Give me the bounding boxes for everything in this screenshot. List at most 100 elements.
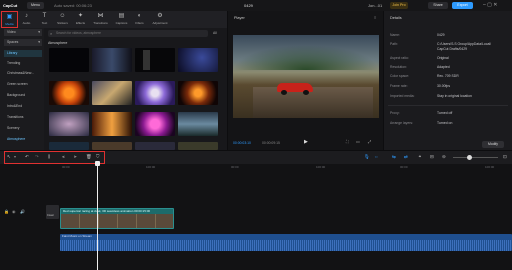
play-icon[interactable]: ▶ <box>304 139 308 145</box>
split-right-icon[interactable]: ⫸ <box>74 154 77 159</box>
detail-key: Path: <box>390 42 398 46</box>
time-tick: 100:00 <box>485 165 495 169</box>
category-sidebar: Video ▾ Spaces ▾ Library Trending Christma… <box>0 28 44 150</box>
preview-axis-icon[interactable]: ⇄ <box>404 154 408 160</box>
asset-thumbnail[interactable] <box>178 48 218 72</box>
time-tick: 00:00 <box>400 165 408 169</box>
asset-thumbnail[interactable] <box>49 81 89 105</box>
category-christmas[interactable]: Christmas&New... <box>4 70 42 77</box>
chevron-down-icon[interactable]: ▾ <box>14 154 16 159</box>
eye-icon[interactable]: ◉ <box>12 209 16 214</box>
tool-filters[interactable]: ◐ Filters <box>131 11 148 28</box>
microphone-icon[interactable]: 🎙 <box>364 154 370 160</box>
zoom-out-icon[interactable]: ⊖ <box>442 154 446 160</box>
playhead-handle[interactable] <box>95 161 100 166</box>
share-button[interactable]: Share <box>428 2 448 9</box>
tool-media[interactable]: ▣ Media <box>1 11 18 28</box>
shield-icon[interactable]: ⛉ <box>96 154 99 159</box>
export-button[interactable]: Export <box>452 2 473 9</box>
category-library[interactable]: Library <box>4 50 42 57</box>
asset-thumbnail[interactable] <box>92 112 132 136</box>
linkage-icon[interactable]: ⇆ <box>392 154 396 160</box>
tool-adjustment[interactable]: ⚙ Adjustment <box>150 11 170 28</box>
category-intro-end[interactable]: Intro&End <box>4 103 42 110</box>
category-trending[interactable]: Trending <box>4 60 42 67</box>
tool-audio[interactable]: ♪ Audio <box>18 11 35 28</box>
text-icon: T <box>42 13 47 19</box>
link-icon[interactable]: ⚭ <box>418 154 422 160</box>
category-scenery[interactable]: Scenery <box>4 125 42 132</box>
tool-captions[interactable]: ▤ Captions <box>113 11 130 28</box>
fullscreen-icon[interactable]: ⛶ <box>346 139 349 144</box>
timeline: 00:00 100:00 00:00 100:00 00:00 100:00 🔒… <box>0 164 512 270</box>
player-panel: Player ≡ 00:00:03:10 00:00:09:15 ▶ ⛶ ▭ ⤢ <box>228 11 383 150</box>
detail-key: Proxy: <box>390 111 400 115</box>
divider <box>388 105 508 106</box>
time-tick: 100:00 <box>146 165 156 169</box>
asset-thumbnail[interactable] <box>178 112 218 136</box>
more-icon[interactable]: ≡ <box>374 15 376 20</box>
tool-transitions[interactable]: ⋈ Transitions <box>92 11 109 28</box>
undo-icon[interactable]: ↶ <box>25 154 29 160</box>
total-time: 00:00:09:15 <box>262 141 280 145</box>
playhead[interactable] <box>97 164 98 270</box>
filter-button[interactable]: All <box>213 30 217 37</box>
cover-thumb[interactable]: Cover <box>46 205 59 219</box>
asset-thumbnail[interactable] <box>135 48 175 72</box>
ratio-icon[interactable]: ▭ <box>356 139 360 144</box>
category-green-screen[interactable]: Green screen <box>4 81 42 88</box>
asset-thumbnail[interactable] <box>135 81 175 105</box>
video-preview[interactable] <box>233 35 379 118</box>
dropdown-video[interactable]: Video ▾ <box>4 29 42 36</box>
chevron-down-icon: ▾ <box>38 40 40 44</box>
video-clip[interactable]: Red supercar racing at dusk, 3D seamless… <box>60 208 174 229</box>
dropdown-spaces[interactable]: Spaces ▾ <box>4 39 42 46</box>
player-title: Player <box>234 16 245 20</box>
modify-button[interactable]: Modify <box>482 141 504 148</box>
align-icon[interactable]: ⊟ <box>430 154 434 160</box>
fit-icon[interactable]: ⊡ <box>503 154 507 160</box>
audio-clip[interactable]: Faint Music on Stream <box>60 234 512 251</box>
asset-thumbnail[interactable] <box>92 142 132 150</box>
zoom-slider[interactable] <box>453 155 498 160</box>
asset-thumbnail[interactable] <box>92 81 132 105</box>
adjustment-icon: ⚙ <box>157 13 163 19</box>
expand-icon[interactable]: ⤢ <box>368 139 371 144</box>
category-atmosphere[interactable]: Atmosphere <box>4 136 42 143</box>
detail-value: Turned on <box>437 121 453 125</box>
redo-icon[interactable]: ↷ <box>35 154 39 160</box>
select-icon[interactable]: ↖ <box>7 154 11 160</box>
asset-thumbnail[interactable] <box>178 81 218 105</box>
speaker-icon[interactable]: 🔊 <box>20 209 25 214</box>
user-name[interactable]: Jon...01 <box>368 0 382 11</box>
asset-thumbnail[interactable] <box>49 142 89 150</box>
delete-icon[interactable]: 🗑 <box>86 154 92 160</box>
category-background[interactable]: Background <box>4 92 42 99</box>
asset-thumbnail[interactable] <box>49 112 89 136</box>
time-tick: 00:00 <box>231 165 239 169</box>
split-left-icon[interactable]: ⫷ <box>62 154 65 159</box>
detail-value: Turned off <box>437 111 453 115</box>
snap-icon[interactable]: ⇔ <box>374 154 379 159</box>
split-icon[interactable]: ⫼ <box>48 154 50 159</box>
asset-thumbnail[interactable] <box>135 112 175 136</box>
asset-thumbnail[interactable] <box>135 142 175 150</box>
asset-thumbnail[interactable] <box>49 48 89 72</box>
tool-text[interactable]: T Text <box>36 11 53 28</box>
search-input[interactable]: ⌕ Search for videos, atmosphere <box>48 30 208 37</box>
detail-value: Rec. 709 SDR <box>437 74 459 78</box>
asset-thumbnail[interactable] <box>92 48 132 72</box>
lock-icon[interactable]: 🔒 <box>4 209 9 214</box>
tool-stickers[interactable]: ☺ Stickers <box>54 11 71 28</box>
timeline-toolbar: ↖ ▾ ↶ ↷ ⫼ ⫷ ⫸ 🗑 ⛉ 🎙 ⇔ ⇆ ⇄ ⚭ ⊟ ⊖ ⊡ <box>0 151 512 164</box>
category-transitions[interactable]: Transitions <box>4 114 42 121</box>
captions-icon: ▤ <box>118 13 125 19</box>
join-pro-button[interactable]: Join Pro <box>390 2 408 9</box>
zoom-slider-handle[interactable] <box>467 155 472 160</box>
menu-button[interactable]: Menu <box>27 2 44 9</box>
detail-value: Adapted <box>437 65 450 69</box>
tool-effects[interactable]: ✦ Effects <box>72 11 89 28</box>
window-controls[interactable]: – ▢ ✕ <box>483 0 497 11</box>
detail-value: 0429 <box>437 33 445 37</box>
asset-thumbnail[interactable] <box>178 142 218 150</box>
